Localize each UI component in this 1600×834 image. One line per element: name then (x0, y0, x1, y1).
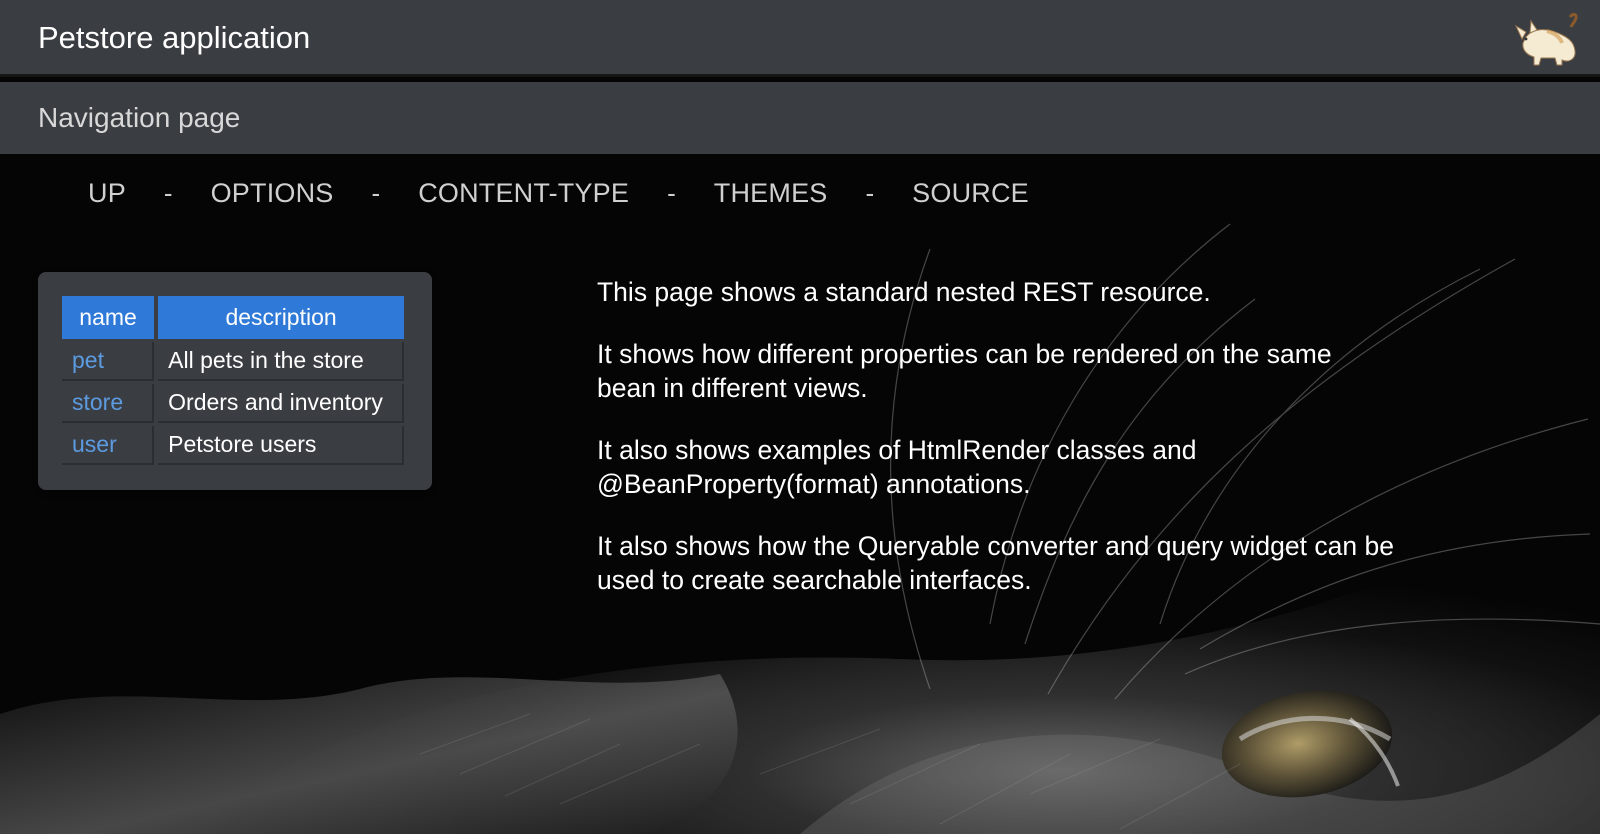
resource-table: name description pet All pets in the sto… (58, 293, 408, 468)
navigation-header: Navigation page (0, 82, 1600, 154)
petstore-page: Petstore application Navigation page UP … (0, 0, 1600, 834)
nav-separator: - (163, 178, 173, 208)
pet-resource-link[interactable]: pet (62, 342, 155, 381)
app-header: Petstore application (0, 0, 1600, 77)
nav-up-link[interactable]: UP (88, 178, 126, 209)
store-description: Orders and inventory (158, 384, 404, 423)
nav-separator: - (371, 178, 381, 208)
nav-content-type-link[interactable]: CONTENT-TYPE (418, 178, 629, 209)
description-column-header: description (158, 296, 404, 339)
description-paragraph: It also shows how the Queryable converte… (597, 531, 1394, 595)
nav-themes-link[interactable]: THEMES (714, 178, 828, 209)
description-paragraph: It shows how different properties can be… (597, 339, 1332, 403)
table-row: user Petstore users (62, 426, 404, 465)
pet-description: All pets in the store (158, 342, 404, 381)
nav-options-link[interactable]: OPTIONS (211, 178, 334, 209)
resource-table-card: name description pet All pets in the sto… (38, 272, 432, 490)
nav-source-link[interactable]: SOURCE (912, 178, 1029, 209)
name-column-header: name (62, 296, 155, 339)
table-row: store Orders and inventory (62, 384, 404, 423)
description-paragraph: It also shows examples of HtmlRender cla… (597, 435, 1197, 499)
top-navigation: UP - OPTIONS - CONTENT-TYPE - THEMES - S… (88, 178, 1029, 209)
store-resource-link[interactable]: store (62, 384, 155, 423)
app-title: Petstore application (38, 20, 311, 55)
user-description: Petstore users (158, 426, 404, 465)
navigation-page-title: Navigation page (38, 102, 241, 133)
page-description: This page shows a standard nested REST r… (597, 275, 1397, 625)
table-row: pet All pets in the store (62, 342, 404, 381)
description-paragraph: This page shows a standard nested REST r… (597, 277, 1211, 307)
nav-separator: - (667, 178, 676, 208)
resource-table-header-row: name description (62, 296, 404, 339)
nav-separator: - (865, 178, 875, 208)
user-resource-link[interactable]: user (62, 426, 155, 465)
cat-logo-icon[interactable] (1512, 12, 1582, 66)
